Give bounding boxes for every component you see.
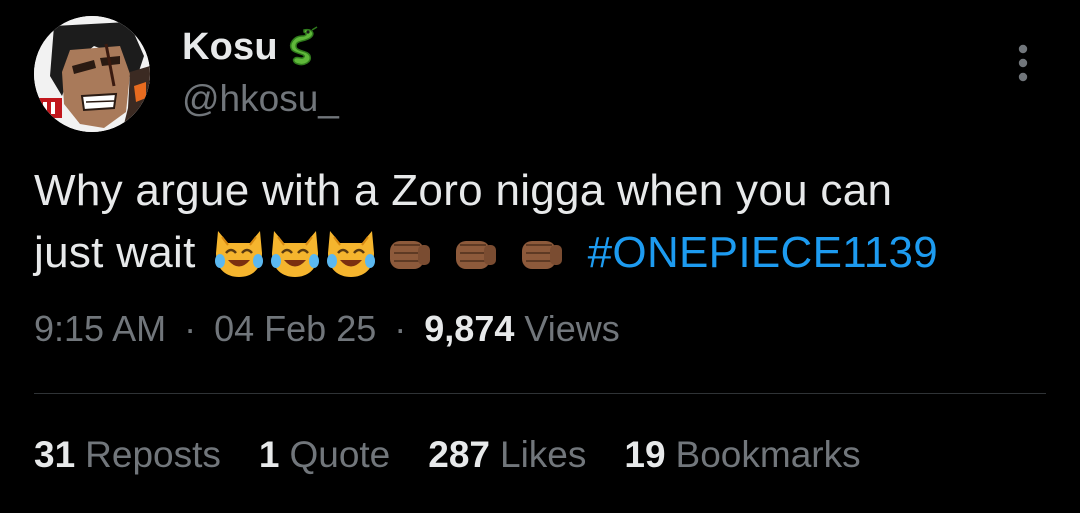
fist-bump-emoji-icon	[389, 241, 430, 269]
avatar-image	[34, 16, 150, 132]
more-options-button[interactable]	[1000, 38, 1046, 88]
joy-cat-emoji-icon	[270, 231, 319, 277]
reposts-stat[interactable]: 31 Reposts	[34, 434, 221, 476]
display-name[interactable]: Kosu	[182, 26, 278, 69]
views-label: Views	[524, 308, 620, 349]
tweet-line-2-text: just wait	[34, 228, 196, 277]
likes-count: 287	[428, 434, 490, 475]
quotes-count: 1	[258, 434, 280, 475]
user-handle[interactable]: @hkosu_	[182, 78, 339, 120]
quotes-stat[interactable]: 1 Quote	[259, 434, 390, 476]
bookmarks-count: 19	[624, 434, 666, 475]
display-name-row[interactable]: Kosu	[182, 24, 320, 70]
reposts-label: Reposts	[85, 434, 221, 475]
meta-separator: ·	[184, 308, 197, 349]
dragon-emoji-icon	[286, 26, 320, 68]
fist-bump-emoji-icon	[521, 241, 562, 269]
tweet-line-2: just wait #ONEPIECE1139	[34, 222, 1054, 284]
joy-cat-emoji-icon	[326, 231, 375, 277]
likes-stat[interactable]: 287 Likes	[428, 434, 586, 476]
tweet-date[interactable]: 04 Feb 25	[214, 308, 376, 349]
hashtag-link[interactable]: #ONEPIECE1139	[588, 222, 938, 284]
reposts-count: 31	[34, 434, 76, 475]
tweet-meta: 9:15 AM · 04 Feb 25 · 9,874 Views	[34, 308, 620, 350]
tweet-text: Why argue with a Zoro nigga when you can…	[34, 160, 1054, 284]
joy-cat-emoji-icon	[214, 231, 263, 277]
quotes-label: Quote	[289, 434, 391, 475]
engagement-stats: 31 Reposts 1 Quote 287 Likes 19 Bookmarks	[34, 434, 899, 476]
views-count: 9,874	[424, 308, 515, 349]
bookmarks-label: Bookmarks	[675, 434, 861, 475]
avatar[interactable]	[34, 16, 150, 132]
likes-label: Likes	[500, 434, 587, 475]
divider	[34, 393, 1046, 394]
bookmarks-stat[interactable]: 19 Bookmarks	[624, 434, 860, 476]
fist-bump-emoji-icon	[455, 241, 496, 269]
meta-separator: ·	[394, 308, 407, 349]
tweet-time[interactable]: 9:15 AM	[34, 308, 166, 349]
more-dots-icon	[1018, 44, 1028, 82]
tweet-line-1: Why argue with a Zoro nigga when you can	[34, 166, 893, 215]
emoji-group	[210, 227, 576, 279]
